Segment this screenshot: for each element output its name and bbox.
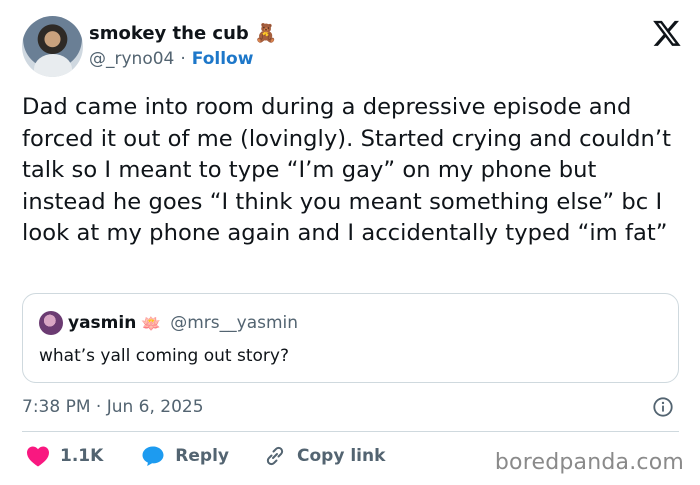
tweet-header: smokey the cub 🧸 @_ryno04 · Follow xyxy=(22,14,682,80)
quoted-author-row: yasmin 🪷 @mrs__yasmin xyxy=(39,311,298,335)
author-handle-row: @_ryno04 · Follow xyxy=(89,49,277,69)
reply-label: Reply xyxy=(175,446,229,466)
reply-button[interactable]: Reply xyxy=(141,445,229,467)
author-info: smokey the cub 🧸 @_ryno04 · Follow xyxy=(89,23,277,69)
follow-link[interactable]: Follow xyxy=(192,49,254,69)
lotus-icon: 🪷 xyxy=(141,313,162,333)
copy-link-button[interactable]: Copy link xyxy=(263,444,385,468)
tweet-actions: 1.1K Reply Copy link xyxy=(22,444,385,468)
copy-link-label: Copy link xyxy=(297,446,386,466)
divider xyxy=(22,431,679,432)
link-icon xyxy=(266,446,284,466)
tweet-text: Dad came into room during a depressive e… xyxy=(22,94,672,246)
teddy-bear-icon: 🧸 xyxy=(254,22,278,44)
author-handle[interactable]: @_ryno04 xyxy=(89,49,174,69)
like-button[interactable]: 1.1K xyxy=(26,445,103,467)
quoted-author-name: yasmin xyxy=(68,313,137,333)
author-avatar[interactable] xyxy=(22,16,83,77)
tweet-timestamp[interactable]: 7:38 PM · Jun 6, 2025 xyxy=(22,397,204,417)
quoted-author-handle: @mrs__yasmin xyxy=(170,313,299,333)
x-logo-icon[interactable] xyxy=(652,18,682,48)
source-watermark: boredpanda.com xyxy=(494,450,684,475)
speech-bubble-icon xyxy=(142,446,164,466)
quoted-author-avatar xyxy=(39,311,63,335)
author-name[interactable]: smokey the cub xyxy=(89,23,249,44)
heart-icon xyxy=(27,446,49,467)
like-count: 1.1K xyxy=(60,446,104,466)
separator-dot: · xyxy=(180,49,186,69)
quoted-tweet-text: what’s yall coming out story? xyxy=(39,346,289,366)
author-name-row: smokey the cub 🧸 xyxy=(89,23,277,44)
info-icon[interactable] xyxy=(652,396,674,418)
quoted-tweet[interactable]: yasmin 🪷 @mrs__yasmin what’s yall coming… xyxy=(22,293,679,383)
